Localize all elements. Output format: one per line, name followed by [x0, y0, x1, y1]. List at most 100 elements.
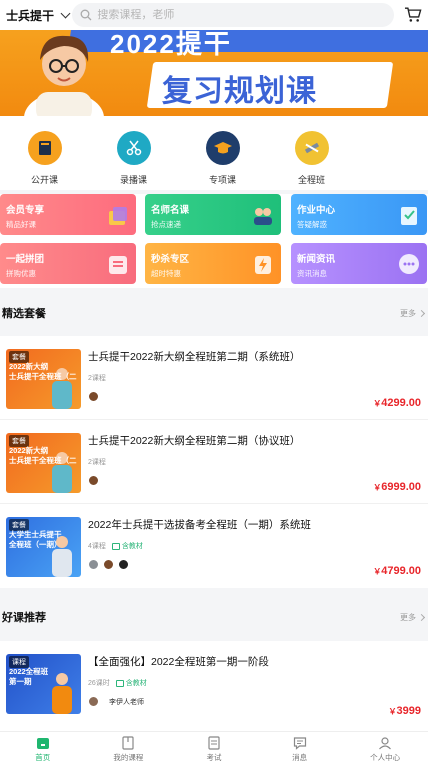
bottom-tabbar: 首页 我的课程 考试 消息 个人中心 — [0, 731, 428, 765]
course-card[interactable]: 套餐 2022新大纲 士兵提干全程班（二 士兵提干2022新大纲全程班第二期（系统… — [0, 336, 428, 420]
course-meta: 2课程 — [88, 373, 106, 383]
chevron-right-icon — [417, 309, 426, 317]
location-selector[interactable]: 士兵提干 — [6, 7, 72, 24]
avatar — [88, 559, 99, 570]
tab-exam[interactable]: 考试 — [171, 732, 257, 765]
tab-label: 消息 — [292, 753, 308, 762]
profile-icon — [379, 737, 392, 750]
category-label: 全程班 — [297, 175, 325, 185]
card-famous-teacher[interactable]: 名师名课 抢点速递 — [145, 194, 281, 235]
teacher-avatars: 李伊人老师 — [88, 696, 144, 707]
card-title: 秒杀专区 — [151, 254, 190, 265]
search-input[interactable] — [97, 9, 378, 21]
course-name: 士兵提干2022新大纲全程班第二期（系统班） — [88, 351, 301, 363]
category-item-open-course[interactable]: 公开课 — [0, 116, 89, 190]
price-value: 4299.00 — [381, 397, 421, 409]
course-card[interactable]: 套餐 大学生士兵提干 全程班（一期） 2022年士兵提干选拔备考全程班（一期）系统… — [0, 504, 428, 588]
course-lessons: 26课时 — [88, 680, 110, 687]
card-group-buy[interactable]: 一起拼团 拼购优惠 — [0, 243, 136, 284]
materials-label: 含教材 — [121, 543, 143, 550]
card-flash-sale[interactable]: 秒杀专区 超时特惠 — [145, 243, 281, 284]
course-name: 【全面强化】2022全程班第一期一阶段 — [88, 656, 269, 668]
more-link[interactable]: 更多 — [400, 308, 426, 319]
currency-symbol: ￥ — [388, 707, 397, 716]
course-lessons: 2课程 — [88, 459, 106, 466]
materials-badge: 含教材 — [111, 541, 143, 551]
thumbnail-title: 2022全程班 第一期 — [9, 667, 49, 686]
category-label: 公开课 — [30, 175, 58, 185]
card-subtitle: 抢点速递 — [151, 220, 181, 229]
course-card[interactable]: 套餐 2022新大纲 士兵提干全程班（二 士兵提干2022新大纲全程班第二期（协议… — [0, 420, 428, 504]
banner-title: 复习规划课 — [162, 75, 317, 108]
course-thumbnail: 套餐 2022新大纲 士兵提干全程班（二 — [6, 433, 81, 493]
card-title: 新闻资讯 — [297, 254, 336, 265]
book-icon — [115, 679, 124, 687]
card-member-exclusive[interactable]: 会员专享 精品好课 — [0, 194, 136, 235]
course-card[interactable]: 课程 2022全程班 第一期 【全面强化】2022全程班第一期一阶段 26课时 含教… — [0, 641, 428, 731]
search-icon — [80, 9, 92, 21]
member-gift-icon — [109, 207, 127, 225]
course-meta: 26课时 含教材 — [88, 678, 147, 688]
category-label: 录播课 — [119, 175, 147, 185]
more-link[interactable]: 更多 — [400, 612, 426, 623]
category-label: 专项课 — [208, 175, 236, 185]
tab-label: 考试 — [206, 753, 222, 762]
teacher-figure — [52, 673, 72, 714]
chevron-down-icon — [60, 8, 71, 18]
tab-profile[interactable]: 个人中心 — [342, 732, 428, 765]
more-label: 更多 — [400, 308, 416, 318]
tab-label: 个人中心 — [370, 753, 401, 762]
book-icon — [111, 542, 120, 550]
featured-course-list: 套餐 2022新大纲 士兵提干全程班（二 士兵提干2022新大纲全程班第二期（系统… — [0, 336, 428, 588]
search-bar[interactable] — [72, 3, 395, 27]
more-label: 更多 — [400, 612, 416, 622]
price-value: 4799.00 — [381, 565, 421, 577]
avatar — [103, 559, 114, 570]
group-buy-icon — [109, 256, 127, 274]
tab-my-courses[interactable]: 我的课程 — [86, 732, 172, 765]
feature-cards: 会员专享 精品好课 名师名课 抢点速递 作业中心 答疑解惑 一起拼团 拼购优惠 … — [0, 194, 428, 288]
homework-icon — [401, 207, 417, 225]
materials-badge: 含教材 — [115, 678, 147, 688]
course-lessons: 4课程 — [88, 543, 106, 550]
promo-banner[interactable]: 2022提干 复习规划课 — [0, 30, 428, 116]
course-meta: 2课程 — [88, 457, 106, 467]
course-lessons: 2课程 — [88, 375, 106, 382]
app-page: 士兵提干 2022提干 复习规划课 公开课 — [0, 0, 428, 765]
tab-home[interactable]: 首页 — [0, 732, 86, 765]
recommended-section-header: 好课推荐 更多 — [0, 598, 428, 636]
course-thumbnail: 课程 2022全程班 第一期 — [6, 654, 81, 714]
card-subtitle: 答疑解惑 — [297, 220, 327, 229]
message-icon — [293, 737, 306, 750]
chevron-right-icon — [417, 613, 426, 621]
card-subtitle: 精品好课 — [6, 220, 36, 229]
flash-sale-icon — [255, 256, 271, 274]
card-news[interactable]: 新闻资讯 资讯消息 — [291, 243, 427, 284]
teacher-name: 李伊人老师 — [109, 698, 144, 706]
course-name: 士兵提干2022新大纲全程班第二期（协议班） — [88, 435, 301, 447]
thumbnail-title: 2022新大纲 士兵提干全程班（二 — [9, 362, 77, 381]
card-subtitle: 超时特惠 — [151, 269, 181, 278]
video-scissors-icon — [116, 131, 151, 165]
avatar — [118, 559, 129, 570]
tab-messages[interactable]: 消息 — [257, 732, 343, 765]
avatar — [88, 391, 99, 402]
course-thumbnail: 套餐 2022新大纲 士兵提干全程班（二 — [6, 349, 81, 409]
category-item-recorded-course[interactable]: 录播课 — [89, 116, 178, 190]
card-homework-center[interactable]: 作业中心 答疑解惑 — [291, 194, 427, 235]
card-subtitle: 拼购优惠 — [6, 269, 36, 278]
location-label: 士兵提干 — [6, 8, 55, 23]
card-title: 会员专享 — [6, 205, 45, 216]
course-meta: 4课程 含教材 — [88, 541, 143, 551]
card-subtitle: 资讯消息 — [297, 269, 327, 278]
banner-person-illustration — [24, 35, 104, 116]
category-item-special-course[interactable]: 专项课 — [178, 116, 267, 190]
category-item-full-course[interactable]: 全程班 — [267, 116, 356, 190]
card-title: 作业中心 — [297, 205, 336, 216]
teachers-icon — [254, 208, 272, 225]
thumbnail-title: 2022新大纲 士兵提干全程班（二 — [9, 446, 77, 465]
home-icon — [36, 738, 49, 749]
cart-icon[interactable] — [404, 6, 422, 24]
materials-label: 含教材 — [125, 680, 147, 687]
exam-icon — [208, 736, 220, 750]
